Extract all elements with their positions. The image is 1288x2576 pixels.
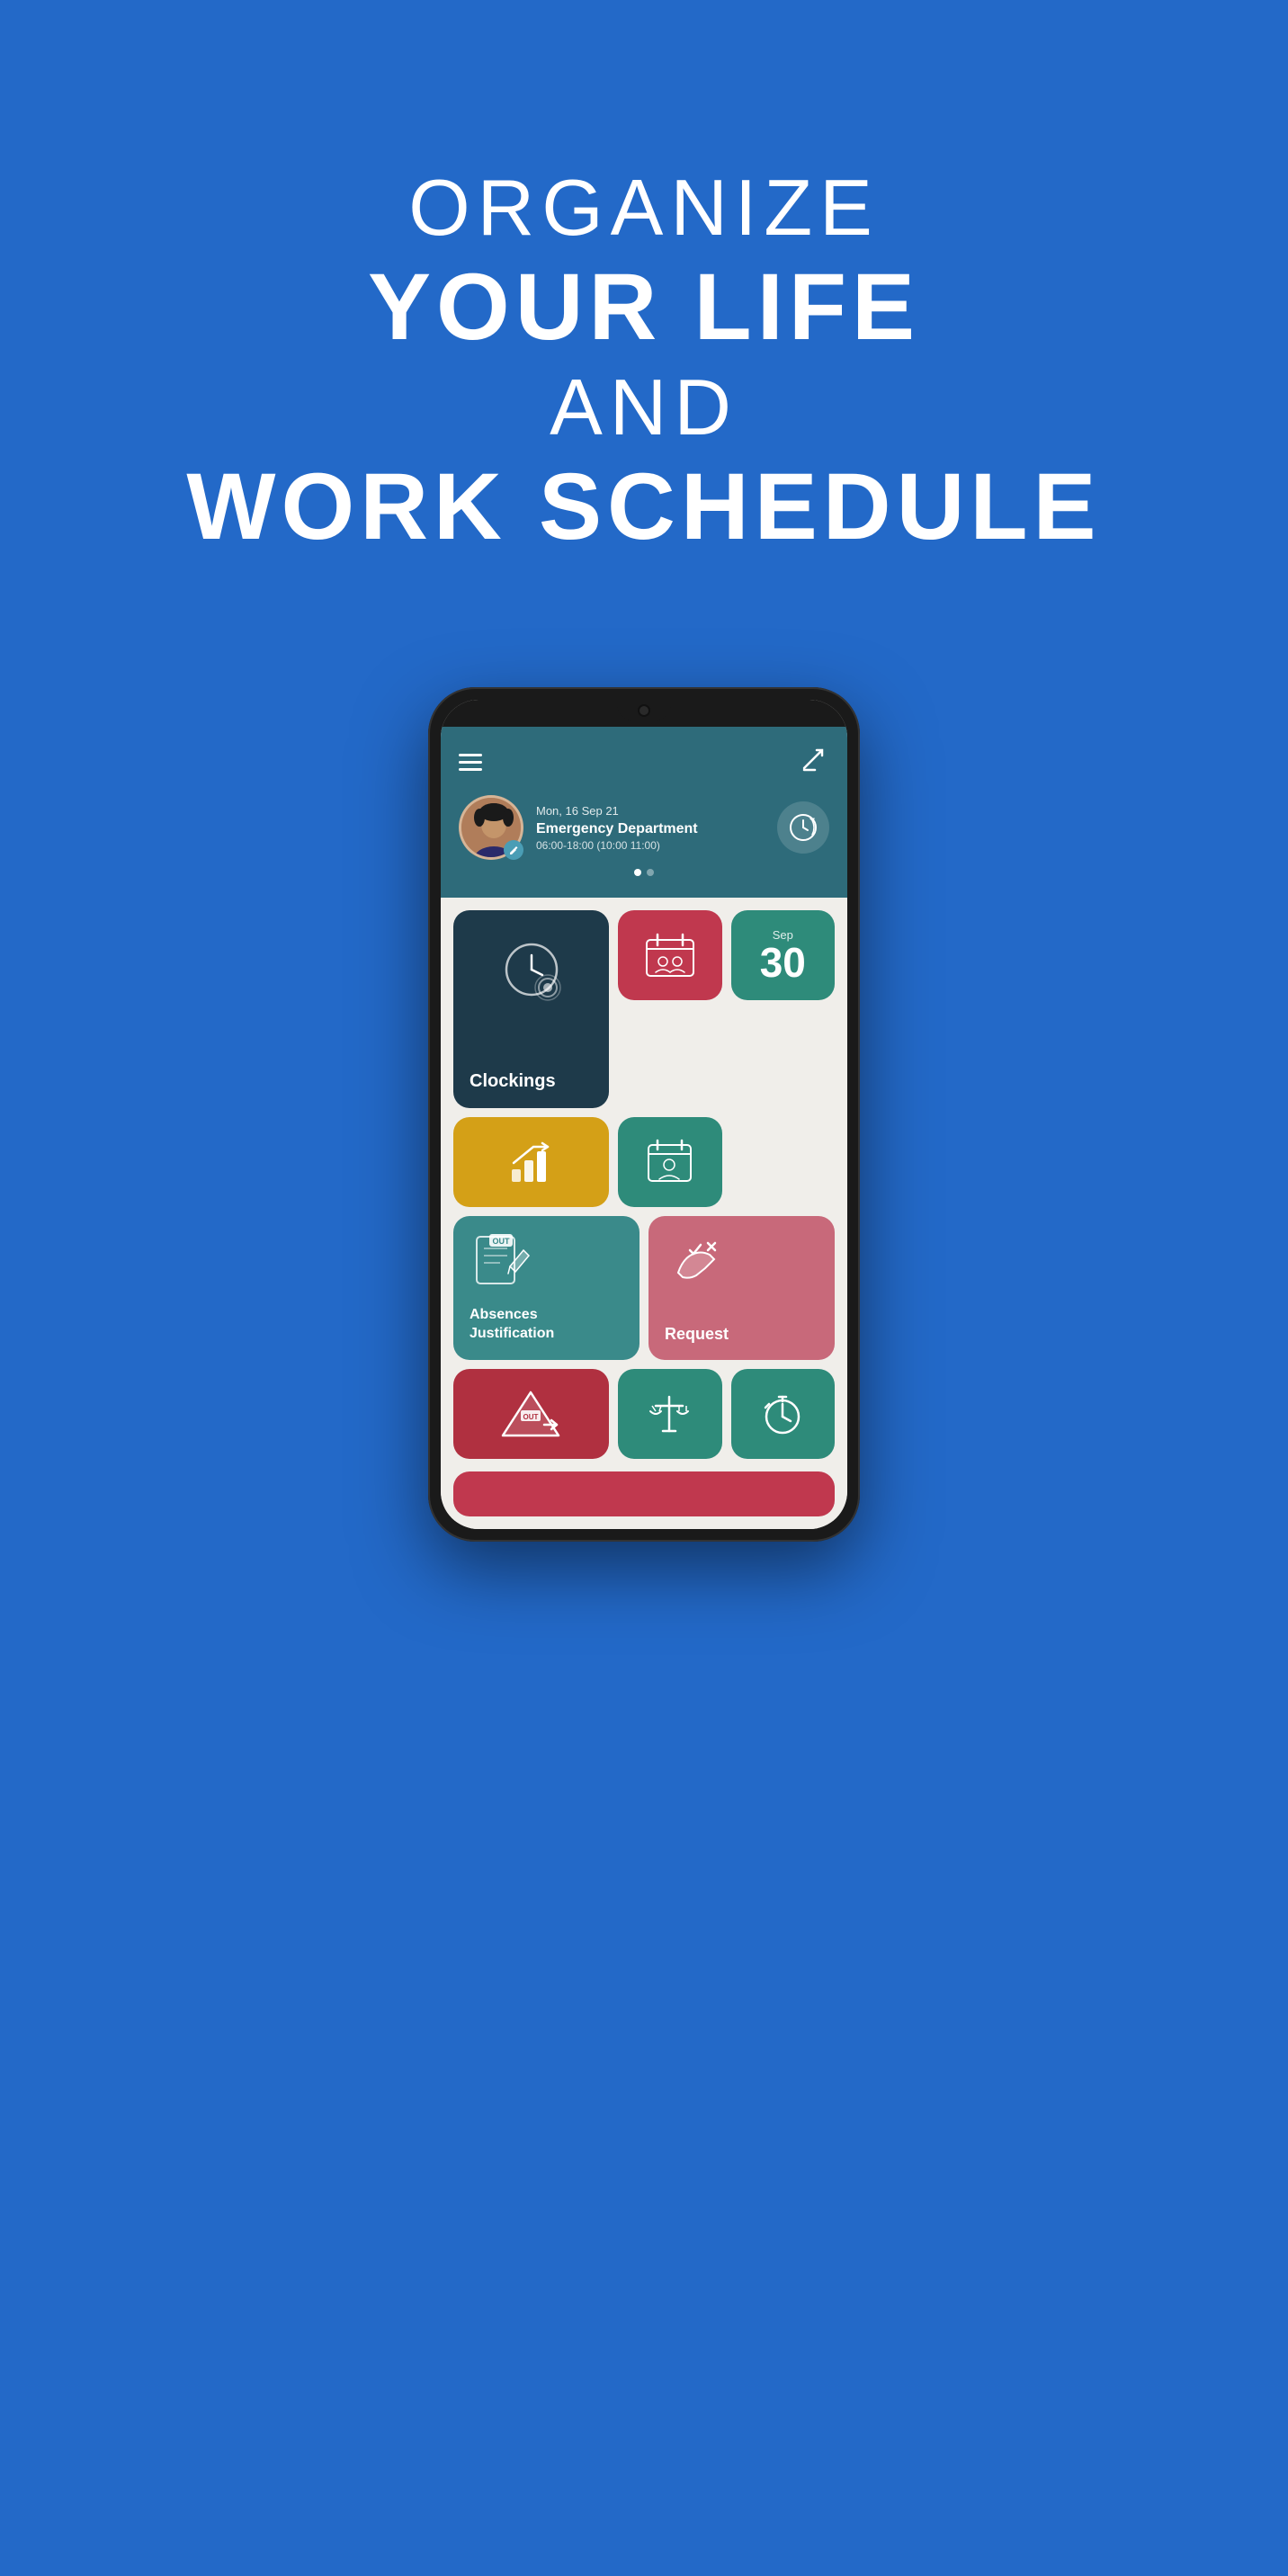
app-header: Mon, 16 Sep 21 Emergency Department 06:0… [441, 727, 847, 898]
svg-text:OUT: OUT [523, 1413, 539, 1421]
tile-request[interactable]: Request [648, 1216, 835, 1360]
grid-row-2: OUT AbsencesJustification [441, 1207, 847, 1360]
profile-info: Mon, 16 Sep 21 Emergency Department 06:0… [536, 804, 765, 852]
warning-out-icon: OUT [497, 1385, 565, 1444]
schedule-icon [645, 1138, 694, 1187]
hero-line3: AND [54, 362, 1234, 453]
dot-2 [647, 869, 654, 876]
hamburger-line1 [459, 754, 482, 756]
profile-date: Mon, 16 Sep 21 [536, 804, 765, 818]
phone-notch [617, 700, 671, 721]
scales-icon [645, 1390, 694, 1439]
clockings-icon-wrap [470, 935, 593, 1007]
avatar-container [459, 795, 523, 860]
profile-row: Mon, 16 Sep 21 Emergency Department 06:0… [459, 795, 829, 860]
request-label: Request [665, 1325, 818, 1344]
absences-icon-wrap: OUT [470, 1232, 623, 1300]
hero-section: ORGANIZE YOUR LIFE AND WORK SCHEDULE [0, 0, 1288, 633]
request-icon-wrap [665, 1232, 818, 1295]
tile-extra[interactable] [453, 1471, 835, 1516]
front-camera [638, 704, 650, 717]
tile-clockings[interactable]: Clockings [453, 910, 609, 1108]
tile-date[interactable]: Sep 30 [731, 910, 835, 1000]
tile-team[interactable] [618, 910, 721, 1000]
tile-stats[interactable] [453, 1117, 609, 1207]
phone-notch-area [441, 700, 847, 727]
date-day: 30 [760, 942, 806, 983]
hero-line1: ORGANIZE [54, 162, 1234, 254]
tile-schedule[interactable] [618, 1117, 721, 1207]
clock-button[interactable] [777, 801, 829, 854]
hamburger-line2 [459, 761, 482, 764]
grid-row-3: OUT [441, 1360, 847, 1471]
tile-bottom-middle[interactable] [618, 1369, 721, 1459]
phone-inner: Mon, 16 Sep 21 Emergency Department 06:0… [441, 700, 847, 1529]
timer-icon [758, 1390, 808, 1439]
stats-icon [506, 1138, 556, 1187]
tile-bottom-right[interactable] [731, 1369, 835, 1459]
hero-line2: YOUR LIFE [54, 254, 1234, 362]
absences-icon: OUT [470, 1232, 537, 1295]
phone-frame: Mon, 16 Sep 21 Emergency Department 06:0… [428, 687, 860, 1542]
grid-row-1: Clockings [441, 898, 847, 1108]
clockings-icon [496, 935, 568, 1007]
dot-1 [634, 869, 641, 876]
top-nav [459, 743, 829, 781]
svg-text:OUT: OUT [493, 1237, 511, 1246]
tile-absences[interactable]: OUT AbsencesJustification [453, 1216, 640, 1360]
clockings-label: Clockings [470, 1071, 593, 1092]
flight-icon[interactable] [797, 743, 829, 781]
profile-time: 06:00-18:00 (10:00 11:00) [536, 839, 765, 852]
clock-icon [787, 811, 819, 844]
plane-svg [797, 743, 829, 775]
hamburger-line3 [459, 768, 482, 771]
request-icon [665, 1232, 732, 1291]
absences-label: AbsencesJustification [470, 1306, 623, 1344]
avatar-edit-button[interactable] [504, 840, 523, 860]
profile-dept: Emergency Department [536, 821, 765, 837]
header-dots [459, 869, 829, 876]
team-icon [643, 931, 697, 980]
tile-bottom-left[interactable]: OUT [453, 1369, 609, 1459]
hamburger-menu[interactable] [459, 754, 482, 771]
hero-line4: WORK SCHEDULE [54, 453, 1234, 561]
phone-wrapper: Mon, 16 Sep 21 Emergency Department 06:0… [0, 687, 1288, 1614]
grid-row-4 [441, 1471, 847, 1529]
grid-row-1b [441, 1108, 847, 1207]
